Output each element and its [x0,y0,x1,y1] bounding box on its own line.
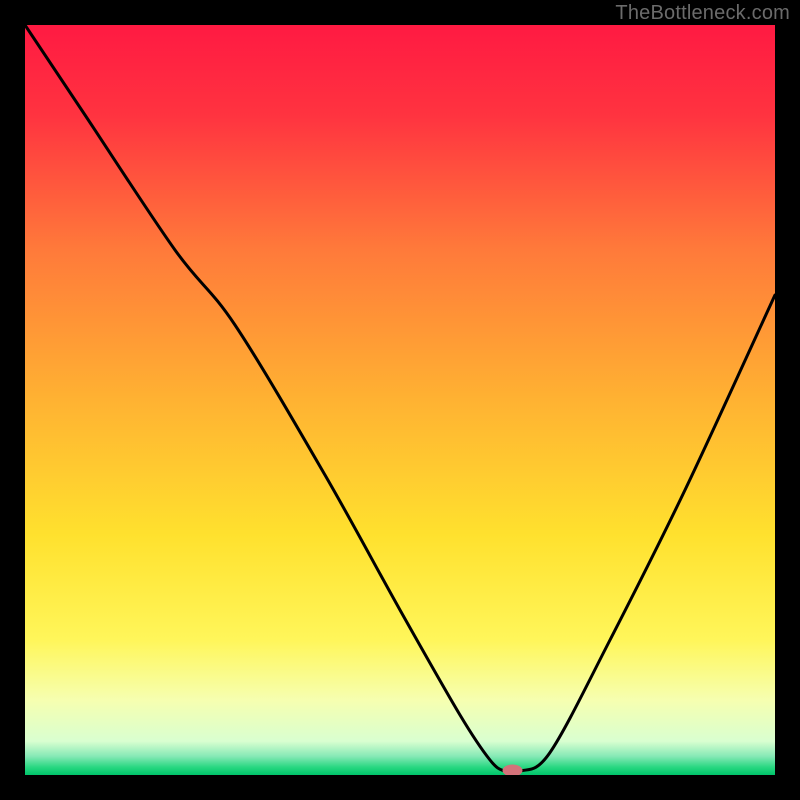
chart-svg [25,25,775,775]
chart-frame: TheBottleneck.com [0,0,800,800]
plot-area [25,25,775,775]
gradient-background [25,25,775,775]
watermark-text: TheBottleneck.com [615,2,790,25]
